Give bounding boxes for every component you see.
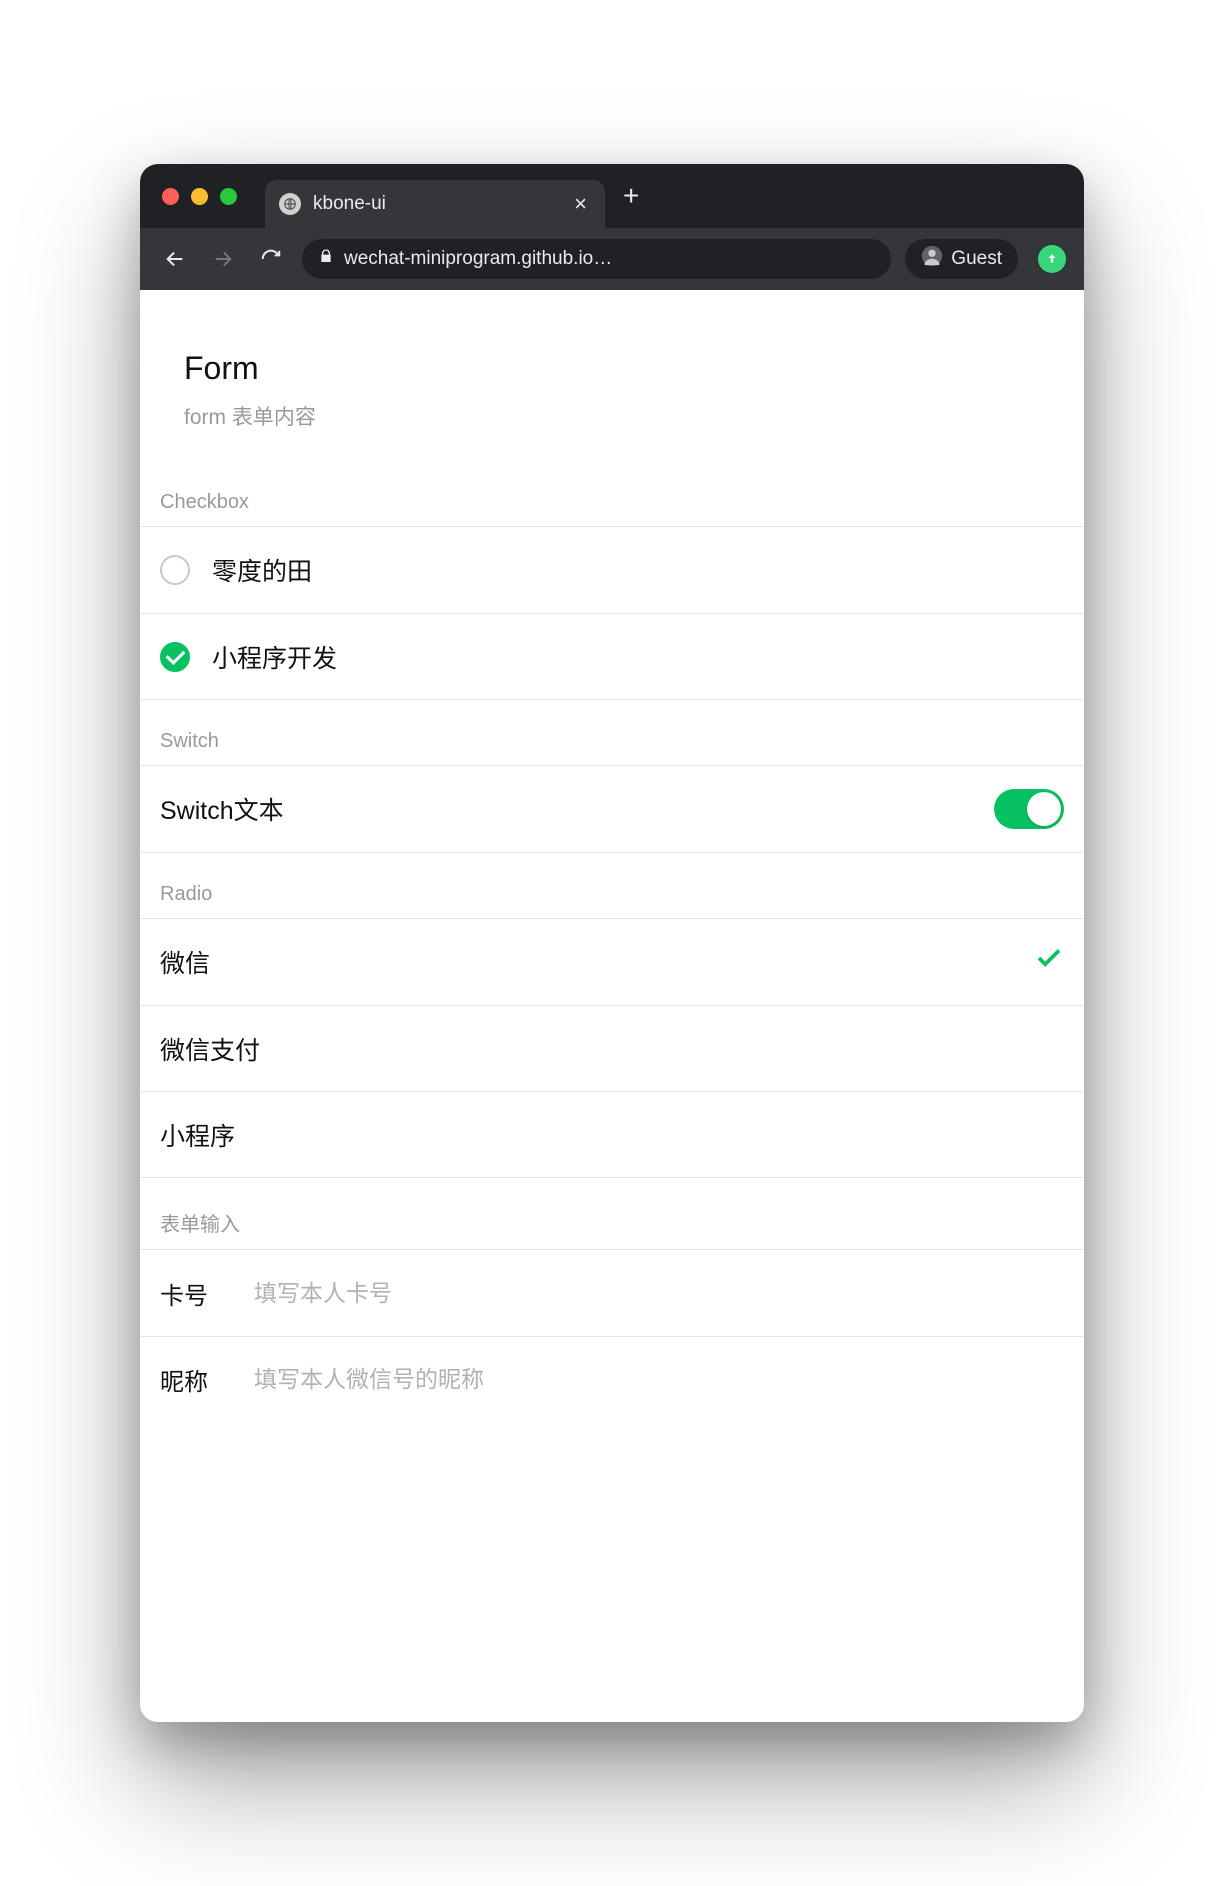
- radio-label: 微信支付: [160, 1031, 1064, 1067]
- section-title-radio: Radio: [140, 853, 1084, 918]
- input-row-card: 卡号: [140, 1250, 1084, 1336]
- switch-row[interactable]: Switch文本: [140, 766, 1084, 852]
- globe-icon: [279, 193, 301, 215]
- new-tab-button[interactable]: +: [623, 182, 639, 210]
- page-subtitle: form 表单内容: [184, 401, 1040, 431]
- radio-label: 小程序: [160, 1117, 1064, 1153]
- browser-window: kbone-ui × + wechat-miniprogram.github.i…: [140, 164, 1084, 1722]
- address-bar[interactable]: wechat-miniprogram.github.io…: [302, 239, 891, 279]
- browser-toolbar: wechat-miniprogram.github.io… Guest: [140, 228, 1084, 290]
- input-row-nickname: 昵称: [140, 1336, 1084, 1422]
- check-icon: [1034, 943, 1064, 981]
- input-label: 卡号: [160, 1276, 236, 1311]
- profile-chip[interactable]: Guest: [905, 239, 1018, 279]
- switch-label: Switch文本: [160, 791, 994, 827]
- checkbox-row[interactable]: 零度的田: [140, 527, 1084, 613]
- section-title-inputs: 表单输入: [140, 1178, 1084, 1249]
- card-number-input[interactable]: [254, 1280, 1064, 1307]
- traffic-lights: [162, 188, 237, 205]
- back-button[interactable]: [158, 242, 192, 276]
- extension-button[interactable]: [1038, 245, 1066, 273]
- switch-toggle[interactable]: [994, 789, 1064, 829]
- checkbox-label: 小程序开发: [212, 639, 1064, 675]
- nickname-input[interactable]: [254, 1366, 1064, 1393]
- window-close-button[interactable]: [162, 188, 179, 205]
- checkbox-label: 零度的田: [212, 552, 1064, 588]
- radio-row[interactable]: 微信支付: [140, 1005, 1084, 1091]
- close-icon[interactable]: ×: [574, 191, 587, 217]
- url-text: wechat-miniprogram.github.io…: [344, 248, 875, 270]
- section-title-checkbox: Checkbox: [140, 461, 1084, 526]
- page-title: Form: [184, 350, 1040, 387]
- radio-label: 微信: [160, 944, 1034, 980]
- tab-strip: kbone-ui × +: [140, 164, 1084, 228]
- radio-row[interactable]: 微信: [140, 919, 1084, 1005]
- forward-button[interactable]: [206, 242, 240, 276]
- profile-label: Guest: [951, 248, 1002, 270]
- checkbox-icon[interactable]: [160, 642, 190, 672]
- person-icon: [921, 245, 943, 273]
- reload-button[interactable]: [254, 242, 288, 276]
- window-minimize-button[interactable]: [191, 188, 208, 205]
- checkbox-icon[interactable]: [160, 555, 190, 585]
- radio-row[interactable]: 小程序: [140, 1091, 1084, 1177]
- section-title-switch: Switch: [140, 700, 1084, 765]
- browser-tab[interactable]: kbone-ui ×: [265, 180, 605, 228]
- page-content: Form form 表单内容 Checkbox 零度的田 小程序开发 Switc…: [140, 290, 1084, 1722]
- input-label: 昵称: [160, 1362, 236, 1397]
- checkbox-row[interactable]: 小程序开发: [140, 613, 1084, 699]
- tab-title: kbone-ui: [313, 193, 562, 215]
- window-zoom-button[interactable]: [220, 188, 237, 205]
- lock-icon: [318, 248, 334, 270]
